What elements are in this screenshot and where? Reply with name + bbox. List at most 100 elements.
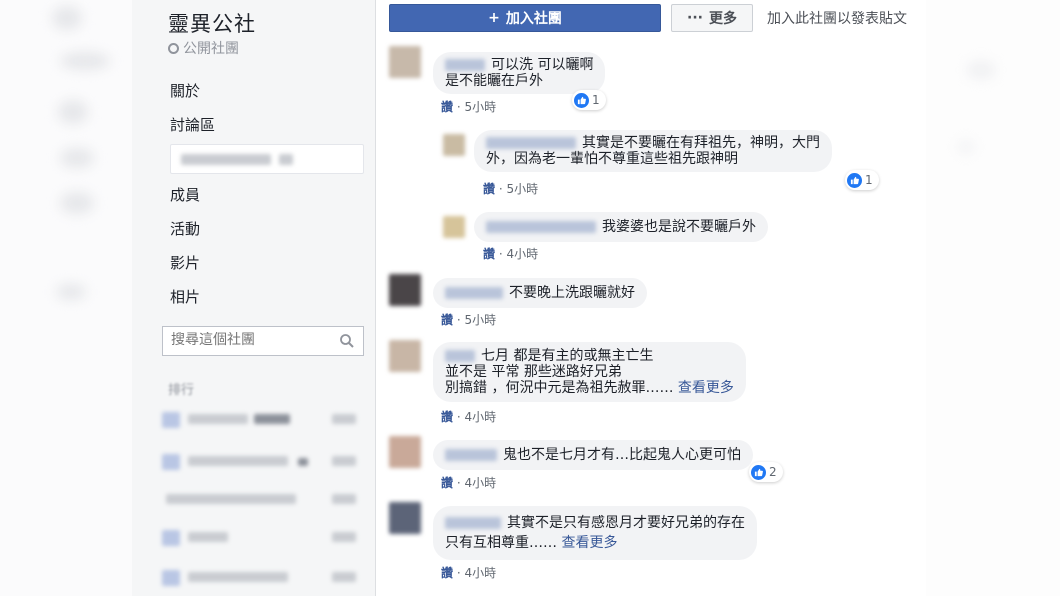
comment-bubble: 七月 都是有主的或無主亡生 並不是 平常 那些迷路好兄弟 別搞錯 ，何況中元是為…	[433, 342, 746, 402]
reaction-number: 2	[769, 465, 777, 479]
reaction-number: 1	[592, 93, 600, 107]
sidebar-item-discussion[interactable]: 討論區	[170, 114, 215, 135]
thumbs-up-icon	[751, 464, 766, 480]
avatar[interactable]	[389, 502, 421, 534]
like-link[interactable]: 讚	[483, 182, 495, 196]
avatar[interactable]	[389, 436, 421, 468]
timestamp[interactable]: 4小時	[464, 566, 496, 580]
group-title[interactable]: 靈異公社	[168, 8, 256, 38]
like-link[interactable]: 讚	[441, 476, 453, 490]
blurred-shape	[56, 284, 86, 300]
like-link[interactable]: 讚	[441, 313, 453, 327]
sidebar-item-members[interactable]: 成員	[170, 184, 200, 205]
search-icon[interactable]	[339, 333, 355, 349]
avatar[interactable]	[443, 134, 465, 156]
reaction-count[interactable]: 1	[572, 90, 606, 110]
comment-text: 我婆婆也是說不要曬戶外	[602, 219, 756, 235]
comment-meta: 讚 · 4小時	[483, 247, 539, 261]
join-hint: 加入此社團以發表貼文	[767, 11, 907, 27]
comment-meta: 讚 · 4小時	[441, 410, 497, 424]
blurred-username[interactable]	[486, 137, 576, 149]
thumbs-up-icon	[847, 172, 862, 188]
comment-text: 七月 都是有主的或無主亡生	[481, 348, 654, 364]
group-feed: + 加入社團 ··· 更多 加入此社團以發表貼文 可以洗 可以曬啊 是不能曬在戶…	[377, 0, 926, 596]
blurred-username[interactable]	[445, 287, 503, 299]
thumbs-up-icon	[574, 92, 589, 108]
comment-bubble: 其實是不要曬在有拜祖先，神明，大門 外，因為老一輩怕不尊重這些祖先跟神明	[474, 130, 832, 172]
group-sidebar: 靈異公社 公開社團 關於 討論區 成員 活動 影片 相片 排行	[132, 0, 376, 596]
like-link[interactable]: 讚	[441, 566, 453, 580]
timestamp[interactable]: 4小時	[464, 410, 496, 424]
timestamp[interactable]: 4小時	[506, 247, 538, 261]
group-search[interactable]	[162, 326, 364, 356]
sort-label: 排行	[168, 383, 195, 398]
comment-bubble: 鬼也不是七月才有…比起鬼人心更可怕	[433, 440, 753, 470]
join-group-button[interactable]: + 加入社團	[389, 4, 661, 32]
comment-text: 是不能曬在戶外	[445, 73, 543, 89]
blurred-background-left	[0, 0, 132, 596]
blurred-shape	[60, 192, 94, 214]
avatar[interactable]	[389, 46, 421, 78]
reaction-count[interactable]: 1	[845, 170, 879, 190]
comment-text: 別搞錯 ，何況中元是為祖先赦罪……	[445, 380, 674, 396]
timestamp[interactable]: 4小時	[464, 476, 496, 490]
blurred-shape	[58, 100, 88, 124]
comment-bubble: 我婆婆也是說不要曬戶外	[474, 212, 768, 242]
avatar[interactable]	[389, 274, 421, 306]
timestamp[interactable]: 5小時	[506, 182, 538, 196]
timestamp[interactable]: 5小時	[464, 100, 496, 114]
globe-icon	[168, 42, 179, 54]
see-more-link[interactable]: 查看更多	[678, 380, 734, 396]
blurred-text	[181, 154, 271, 165]
blurred-username[interactable]	[486, 221, 596, 233]
blurred-background-right	[926, 0, 1060, 596]
sidebar-item-blurred[interactable]	[170, 144, 364, 174]
avatar[interactable]	[443, 216, 465, 238]
comment-text: 鬼也不是七月才有…比起鬼人心更可怕	[503, 447, 741, 463]
reaction-number: 1	[865, 173, 873, 187]
blurred-shape	[52, 6, 82, 30]
comment-meta: 讚 · 5小時	[483, 182, 539, 196]
comment-text: 其實不是只有感恩月才要好兄弟的存在	[507, 515, 745, 531]
comment-bubble: 其實不是只有感恩月才要好兄弟的存在 只有互相尊重…… 查看更多	[433, 506, 757, 560]
reaction-count[interactable]: 2	[749, 462, 783, 482]
like-link[interactable]: 讚	[483, 247, 495, 261]
like-link[interactable]: 讚	[441, 100, 453, 114]
join-group-label: 加入社團	[505, 11, 562, 27]
comment-text: 只有互相尊重……	[445, 535, 557, 551]
ellipsis-icon: ···	[687, 10, 703, 26]
blurred-shape	[966, 60, 996, 80]
search-input[interactable]	[171, 332, 331, 348]
comment-bubble: 可以洗 可以曬啊 是不能曬在戶外	[433, 52, 606, 94]
comment-meta: 讚 · 4小時	[441, 566, 497, 580]
timestamp[interactable]: 5小時	[464, 313, 496, 327]
blurred-username[interactable]	[445, 517, 501, 529]
blurred-username[interactable]	[445, 350, 475, 362]
blurred-shape	[60, 52, 110, 70]
privacy-label: 公開社團	[183, 41, 239, 57]
comment-meta: 讚 · 5小時	[441, 100, 497, 114]
sidebar-item-videos[interactable]: 影片	[170, 252, 200, 273]
like-link[interactable]: 讚	[441, 410, 453, 424]
blurred-username[interactable]	[445, 59, 485, 71]
sidebar-item-events[interactable]: 活動	[170, 218, 200, 239]
more-label: 更多	[708, 11, 737, 27]
blurred-shape	[956, 140, 976, 154]
comment-text: 其實是不要曬在有拜祖先，神明，大門	[582, 135, 820, 151]
avatar[interactable]	[389, 340, 421, 372]
sidebar-item-photos[interactable]: 相片	[170, 286, 200, 307]
comment-text: 外，因為老一輩怕不尊重這些祖先跟神明	[486, 151, 738, 167]
comment-text: 不要晚上洗跟曬就好	[509, 285, 635, 301]
blurred-shape	[60, 148, 94, 168]
more-button[interactable]: ··· 更多	[671, 4, 753, 32]
comment-text: 並不是 平常 那些迷路好兄弟	[445, 364, 622, 380]
comment-meta: 讚 · 4小時	[441, 476, 497, 490]
see-more-link[interactable]: 查看更多	[561, 535, 617, 551]
blurred-text	[279, 154, 293, 165]
plus-icon: +	[488, 10, 500, 26]
blurred-username[interactable]	[445, 449, 497, 461]
group-privacy: 公開社團	[168, 38, 239, 58]
comment-text: 可以洗 可以曬啊	[491, 57, 594, 73]
comment-bubble: 不要晚上洗跟曬就好	[433, 278, 647, 308]
sidebar-item-about[interactable]: 關於	[170, 80, 200, 101]
